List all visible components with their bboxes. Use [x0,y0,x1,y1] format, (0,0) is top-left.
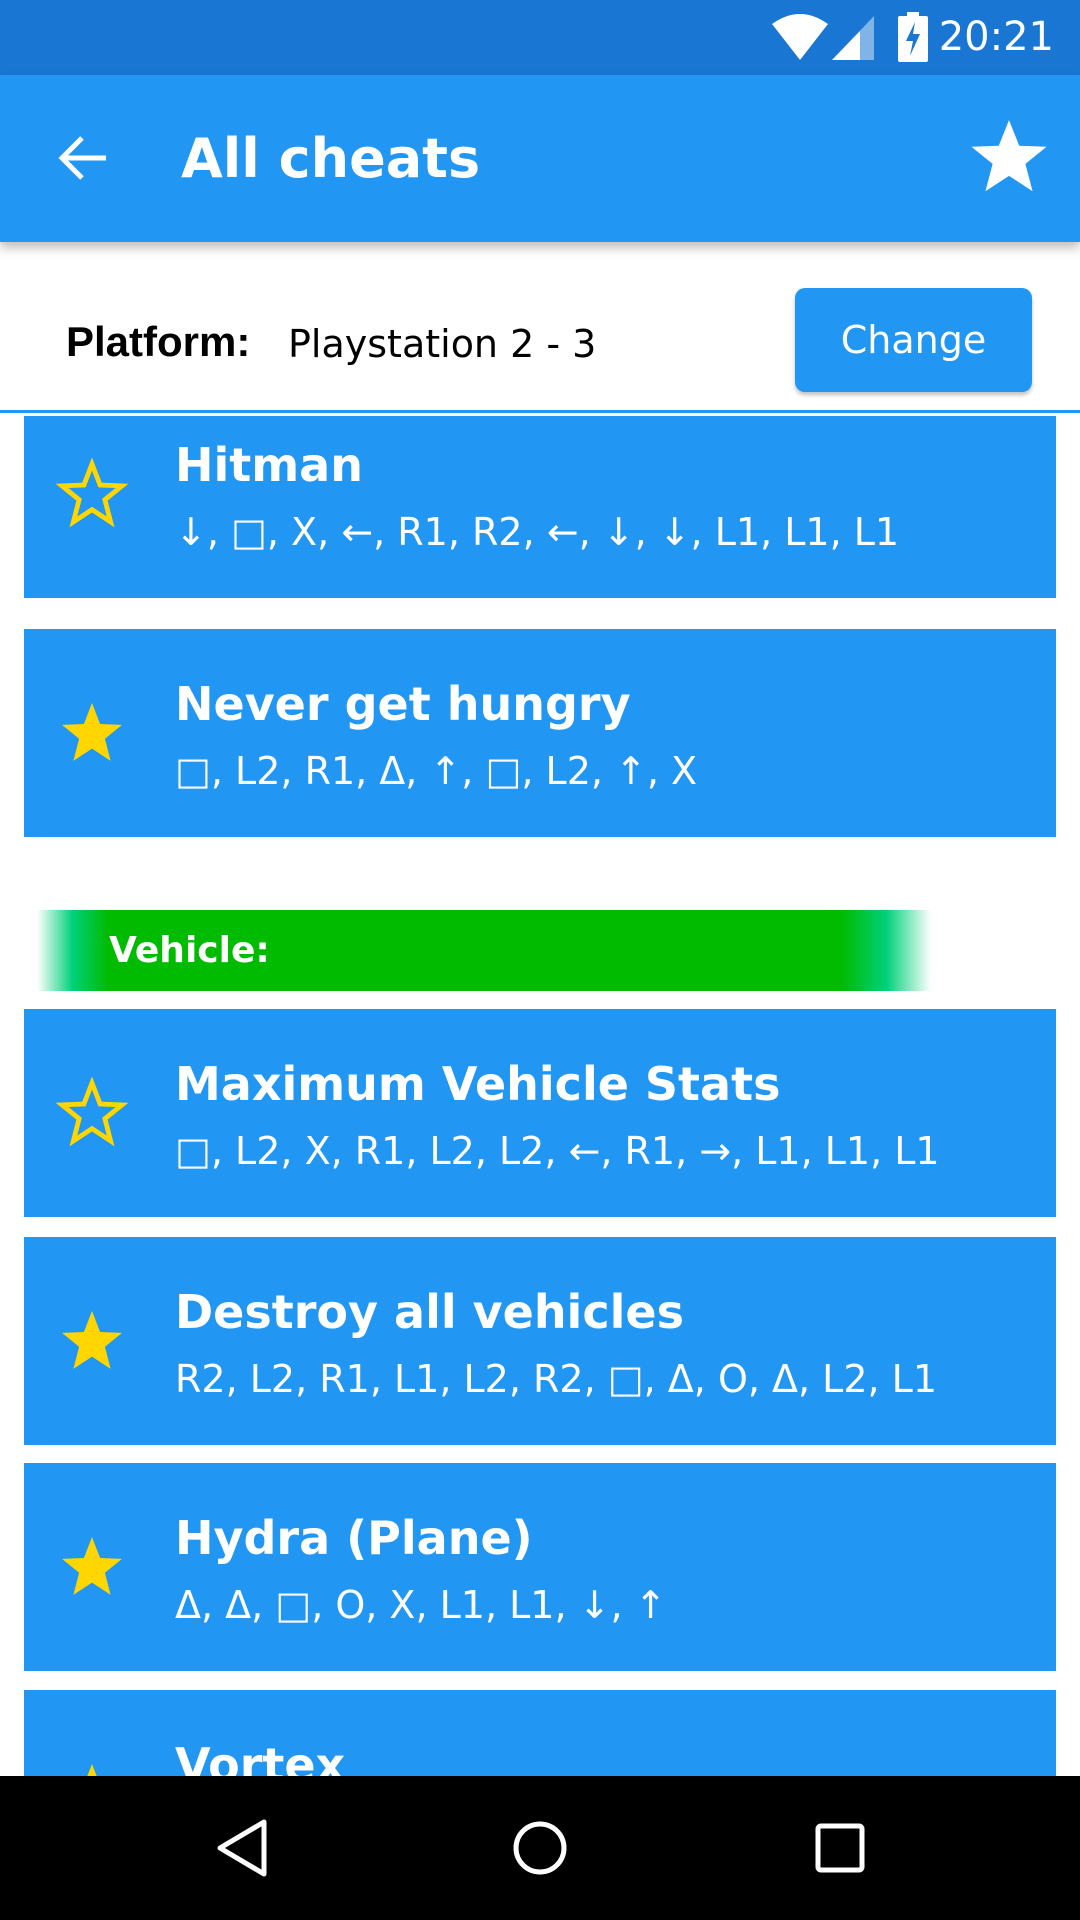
home-circle-icon[interactable] [510,1816,570,1880]
change-platform-button[interactable]: Change [795,288,1032,392]
status-bar: 20:21 [0,0,1080,75]
wifi-icon [772,14,828,60]
cheat-card[interactable]: Never get hungry □, L2, R1, Δ, ↑, □, L2,… [24,629,1056,837]
star-filled-icon[interactable] [54,1531,130,1603]
section-label: Vehicle: [109,930,270,971]
cheat-title: Hydra (Plane) [175,1511,533,1565]
cheat-code: Δ, Δ, □, O, X, L1, L1, ↓, ↑ [175,1583,667,1627]
cheat-card[interactable]: Hydra (Plane) Δ, Δ, □, O, X, L1, L1, ↓, … [24,1463,1056,1671]
back-triangle-icon[interactable] [212,1816,272,1880]
cheat-list[interactable]: Hitman ↓, □, X, ←, R1, R2, ←, ↓, ↓, L1, … [0,416,1080,1776]
navigation-bar [0,1776,1080,1920]
star-icon[interactable] [968,115,1050,197]
cheat-card[interactable]: Vortex [24,1690,1056,1776]
app-bar: All cheats [0,75,1080,242]
cheat-code: □, L2, R1, Δ, ↑, □, L2, ↑, X [175,749,698,793]
cheat-card[interactable]: Maximum Vehicle Stats □, L2, X, R1, L2, … [24,1009,1056,1217]
recents-square-icon[interactable] [810,1816,870,1880]
page-title: All cheats [181,127,481,190]
arrow-left-icon[interactable] [56,130,112,186]
battery-charging-icon [898,12,928,62]
star-filled-icon[interactable] [54,1305,130,1377]
platform-row: Platform: Playstation 2 - 3 Change [0,242,1080,413]
cheat-title: Hitman [175,438,363,492]
cheat-title: Never get hungry [175,677,631,731]
star-filled-icon[interactable] [54,1758,130,1776]
cheat-card[interactable]: Destroy all vehicles R2, L2, R1, L1, L2,… [24,1237,1056,1445]
cheat-code: □, L2, X, R1, L2, L2, ←, R1, →, L1, L1, … [175,1129,940,1173]
cheat-card[interactable]: Hitman ↓, □, X, ←, R1, R2, ←, ↓, ↓, L1, … [24,416,1056,598]
cheat-code: R2, L2, R1, L1, L2, R2, □, Δ, O, Δ, L2, … [175,1357,938,1401]
section-header-vehicle: Vehicle: [37,910,931,991]
cheat-title: Vortex [175,1738,346,1776]
star-outline-icon[interactable] [54,1077,130,1149]
cheat-title: Destroy all vehicles [175,1285,684,1339]
cheat-code: ↓, □, X, ←, R1, R2, ←, ↓, ↓, L1, L1, L1 [175,510,900,554]
cheat-title: Maximum Vehicle Stats [175,1057,781,1111]
star-filled-icon[interactable] [54,697,130,769]
clock: 20:21 [938,14,1054,60]
star-outline-icon[interactable] [54,458,130,530]
platform-value: Playstation 2 - 3 [288,322,597,366]
signal-icon [832,16,874,60]
platform-label: Platform: [66,318,251,365]
